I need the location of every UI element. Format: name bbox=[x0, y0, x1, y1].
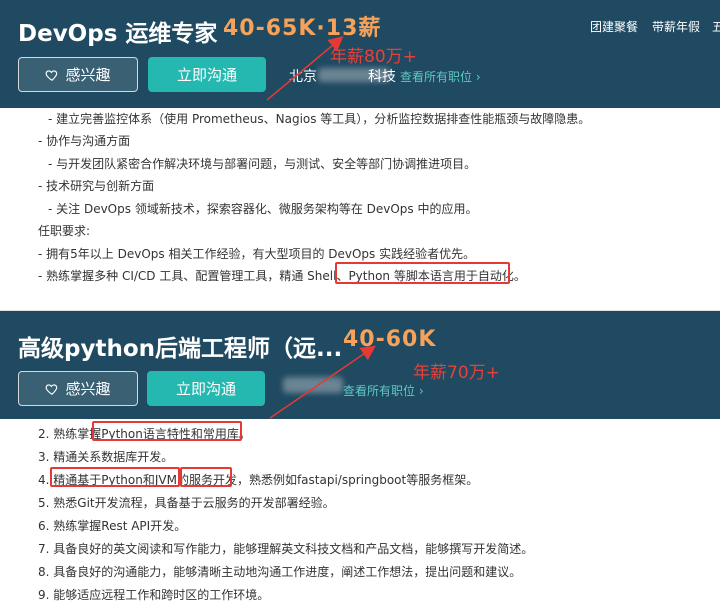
heart-icon bbox=[46, 383, 58, 395]
company-name: 北京 bbox=[289, 66, 317, 86]
job-card-python: 高级python后端工程师（远... 40-60K 感兴趣 立即沟通 查看所有职… bbox=[0, 310, 720, 604]
desc-line: 8. 具备良好的沟通能力，能够清晰主动地沟通工作进度，阐述工作想法，提出问题和建… bbox=[38, 565, 522, 579]
interested-button[interactable]: 感兴趣 bbox=[18, 371, 138, 406]
job-description: 2. 熟练掌握Python语言特性和常用库。 3. 精通关系数据库开发。 4. … bbox=[0, 419, 720, 604]
heart-icon bbox=[46, 69, 58, 81]
job-card-devops: DevOps 运维专家 40-65K·13薪 团建聚餐 带薪年假 五 感兴趣 立… bbox=[0, 0, 720, 290]
view-all-jobs-link[interactable]: 查看所有职位 › bbox=[343, 382, 424, 399]
job-header: 高级python后端工程师（远... 40-60K 感兴趣 立即沟通 查看所有职… bbox=[0, 311, 720, 419]
chat-now-button[interactable]: 立即沟通 bbox=[148, 57, 266, 92]
desc-line: 任职要求: bbox=[38, 224, 91, 238]
view-all-jobs-link[interactable]: 查看所有职位 › bbox=[400, 68, 481, 85]
salary-text: 40-65K·13薪 bbox=[223, 16, 382, 41]
benefit-tag-3: 五 bbox=[712, 20, 720, 34]
job-title: DevOps 运维专家 bbox=[18, 21, 218, 47]
annual-salary-note: 年薪80万+ bbox=[330, 47, 417, 67]
highlight-box bbox=[335, 262, 510, 284]
desc-line: - 拥有5年以上 DevOps 相关工作经验，有大型项目的 DevOps 实践经… bbox=[38, 247, 476, 261]
interested-label: 感兴趣 bbox=[65, 66, 111, 84]
desc-line: - 与开发团队紧密合作解决环境与部署问题，与测试、安全等部门协调推进项目。 bbox=[48, 157, 477, 171]
annual-salary-note: 年薪70万+ bbox=[413, 363, 500, 383]
highlight-box bbox=[50, 467, 180, 487]
desc-line: - 建立完善监控体系（使用 Prometheus、Nagios 等工具），分析监… bbox=[48, 112, 591, 126]
salary-text: 40-60K bbox=[343, 327, 437, 352]
chat-now-button[interactable]: 立即沟通 bbox=[147, 371, 265, 406]
benefit-tag-2: 带薪年假 bbox=[652, 20, 701, 34]
interested-button[interactable]: 感兴趣 bbox=[18, 57, 138, 92]
desc-line: 7. 具备良好的英文阅读和写作能力，能够理解英文科技文档和产品文档，能够撰写开发… bbox=[38, 542, 534, 556]
job-description: - 建立完善监控体系（使用 Prometheus、Nagios 等工具），分析监… bbox=[0, 108, 720, 290]
company-prefix: 北京 bbox=[289, 69, 317, 85]
company-suffix: 科技 bbox=[368, 69, 396, 85]
interested-label: 感兴趣 bbox=[65, 380, 111, 398]
highlight-box bbox=[92, 421, 242, 441]
benefit-tag-1: 团建聚餐 bbox=[590, 20, 639, 34]
desc-line: - 技术研究与创新方面 bbox=[38, 179, 155, 193]
job-title: 高级python后端工程师（远... bbox=[18, 336, 343, 362]
desc-line: 9. 能够适应远程工作和跨时区的工作环境。 bbox=[38, 588, 270, 602]
desc-line: - 关注 DevOps 领域新技术，探索容器化、微服务架构等在 DevOps 中… bbox=[48, 202, 478, 216]
desc-line: 3. 精通关系数据库开发。 bbox=[38, 450, 174, 464]
desc-line: 5. 熟悉Git开发流程，具备基于云服务的开发部署经验。 bbox=[38, 496, 335, 510]
desc-line: 6. 熟练掌握Rest API开发。 bbox=[38, 519, 187, 533]
redacted-company bbox=[283, 377, 343, 393]
highlight-box bbox=[180, 467, 232, 487]
desc-line: - 协作与沟通方面 bbox=[38, 134, 131, 148]
